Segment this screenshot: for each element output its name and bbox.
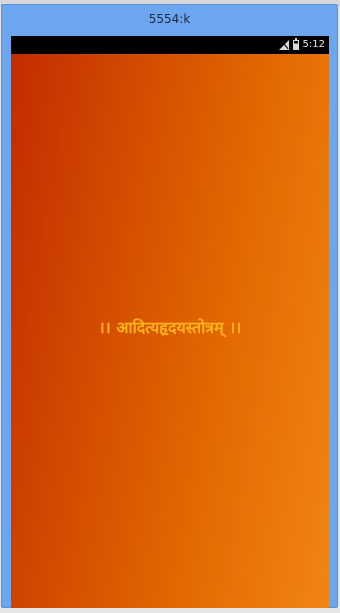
android-status-bar: 5:12 bbox=[11, 36, 329, 54]
signal-icon bbox=[278, 40, 289, 50]
window-title: 5554:k bbox=[148, 12, 191, 26]
device-screen[interactable]: 5:12 ।। आदित्यहृदयस्तोत्रम् ।। bbox=[11, 36, 329, 608]
emulator-window: 5554:k 5:12 ।। आदित्यहृदयस्तोत्रम् ।। bbox=[1, 4, 338, 608]
status-clock: 5:12 bbox=[302, 39, 325, 50]
splash-screen[interactable]: ।। आदित्यहृदयस्तोत्रम् ।। bbox=[11, 54, 329, 608]
splash-title: ।। आदित्यहृदयस्तोत्रम् ।। bbox=[98, 318, 242, 337]
battery-icon bbox=[292, 38, 299, 50]
status-icons: 5:12 bbox=[278, 38, 325, 52]
